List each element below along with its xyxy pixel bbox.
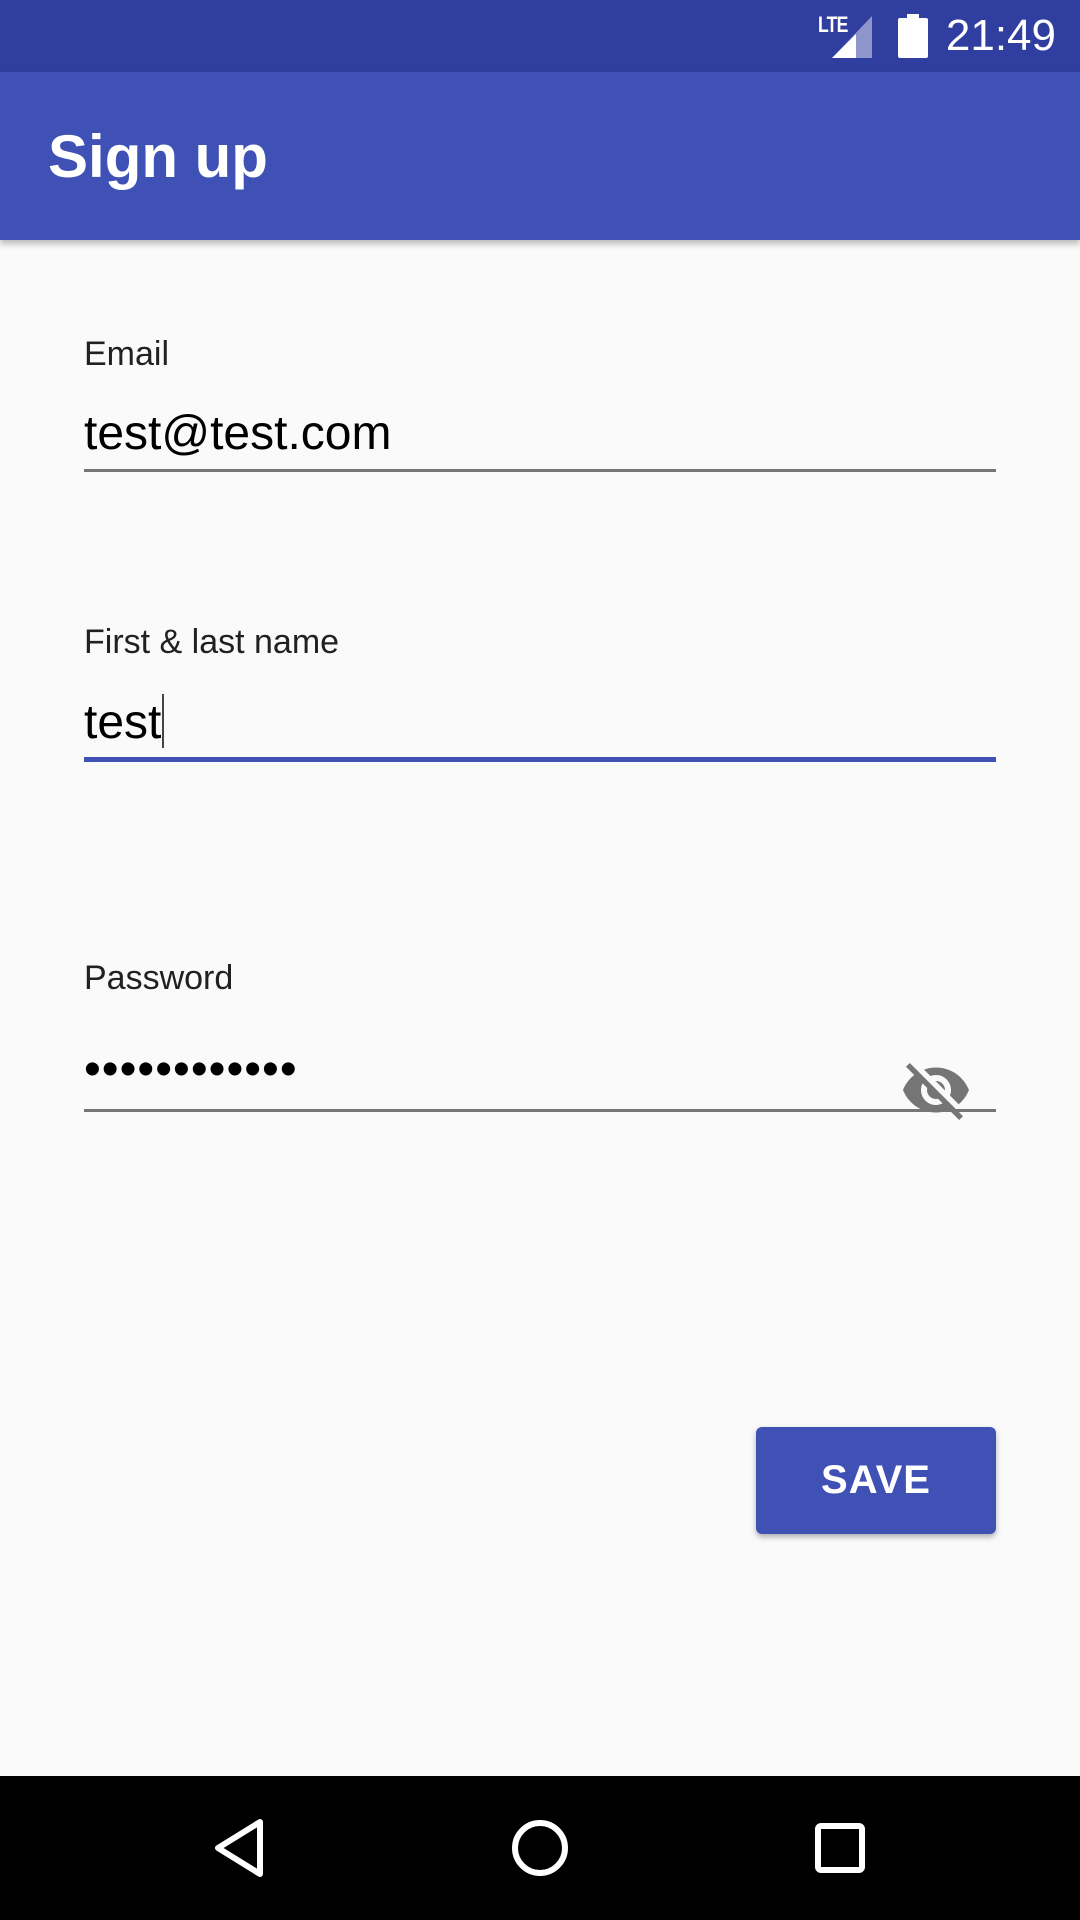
app-bar: Sign up xyxy=(0,72,1080,240)
name-field[interactable]: test xyxy=(84,694,165,751)
email-field[interactable]: test@test.com xyxy=(84,406,391,462)
password-field-group: Password •••••••••••• xyxy=(84,958,996,1120)
password-label: Password xyxy=(84,959,234,997)
status-time: 21:49 xyxy=(945,11,1056,60)
text-cursor xyxy=(162,694,165,748)
email-label: Email xyxy=(84,335,170,373)
save-button[interactable]: SAVE xyxy=(756,1427,996,1534)
visibility-off-icon[interactable] xyxy=(900,1054,972,1126)
status-bar: LTE 21:49 xyxy=(0,0,1080,72)
name-label: First & last name xyxy=(84,623,340,661)
password-field[interactable]: •••••••••••• xyxy=(84,1042,298,1098)
recents-icon[interactable] xyxy=(792,1800,888,1896)
email-underline xyxy=(84,469,996,472)
password-underline xyxy=(84,1109,996,1112)
cellular-signal-icon xyxy=(832,16,872,58)
name-field-value: test xyxy=(84,696,162,749)
battery-icon xyxy=(898,14,928,58)
page-title: Sign up xyxy=(48,123,268,190)
name-underline-focused xyxy=(84,757,996,762)
name-field-group: First & last name test xyxy=(84,622,996,764)
back-icon[interactable] xyxy=(192,1800,288,1896)
email-field-group: Email test@test.com xyxy=(84,334,996,474)
navigation-bar xyxy=(0,1776,1080,1920)
home-icon[interactable] xyxy=(492,1800,588,1896)
